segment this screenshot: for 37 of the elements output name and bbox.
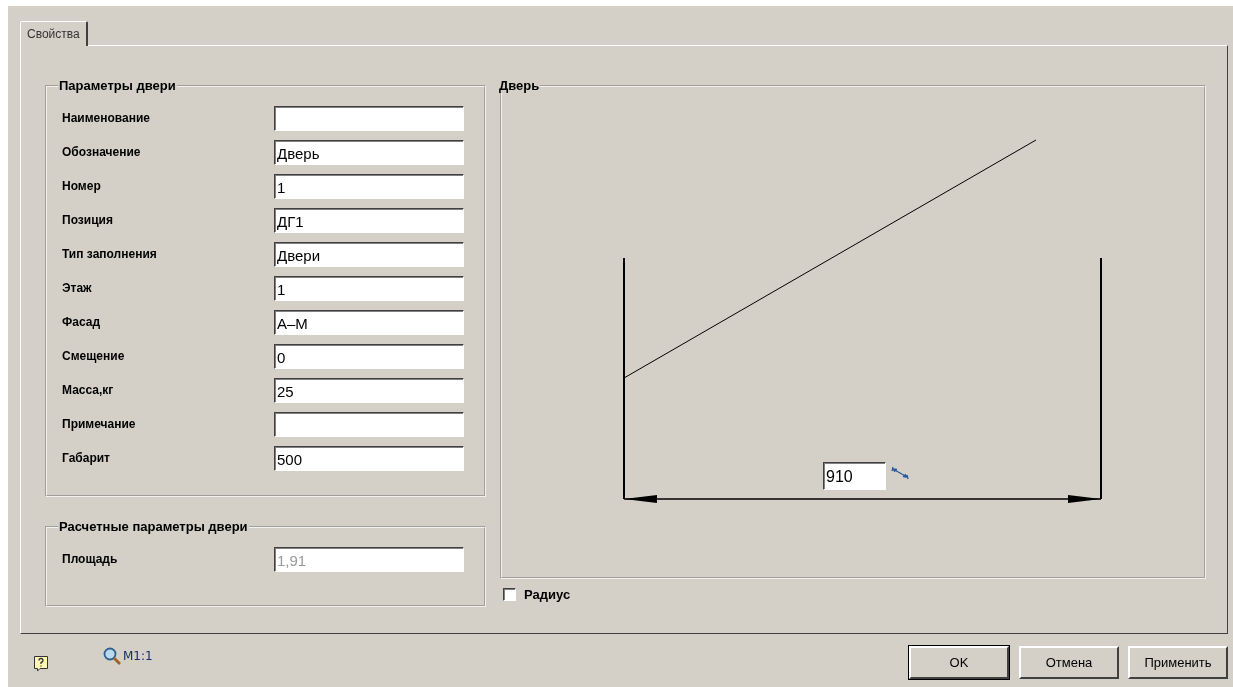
help-icon[interactable] (33, 655, 49, 672)
field-label: Смещение (62, 349, 125, 363)
field-label: Тип заполнения (62, 247, 157, 261)
input-field[interactable]: ДГ1 (274, 207, 464, 233)
input-field[interactable]: 910 (823, 462, 886, 490)
field-label: Масса,кг (62, 383, 114, 397)
input-field[interactable]: 25 (274, 377, 464, 403)
input-field[interactable]: Дверь (274, 139, 464, 165)
field-label: Этаж (62, 281, 92, 295)
dimension-icon[interactable] (890, 466, 910, 480)
input-field[interactable] (274, 411, 464, 437)
dialog-button[interactable]: OK (909, 645, 1009, 679)
field-label: Позиция (62, 213, 113, 227)
field-label: Обозначение (62, 145, 141, 159)
field-label: Габарит (62, 451, 110, 465)
group-title: Расчетные параметры двери (58, 519, 249, 534)
dialog-button[interactable]: Отмена (1019, 645, 1119, 679)
field-label: Номер (62, 179, 101, 193)
checkbox-label: Радиус (524, 587, 571, 602)
group-title: Дверь (498, 78, 541, 93)
dialog-button[interactable]: Применить (1128, 645, 1228, 679)
zoom-icon[interactable] (103, 646, 121, 665)
input-field[interactable]: А–М (274, 309, 464, 335)
input-field[interactable]: Двери (274, 241, 464, 267)
input-field[interactable]: 1 (274, 275, 464, 301)
field-label: Фасад (62, 315, 101, 329)
input-field[interactable]: 0 (274, 343, 464, 369)
input-field[interactable]: 1 (274, 173, 464, 199)
scale-label: M1:1 (123, 648, 153, 663)
properties-tab[interactable]: Свойства (20, 21, 88, 46)
radius-checkbox[interactable] (503, 588, 516, 601)
field-label: Примечание (62, 417, 136, 431)
field-label: Наименование (62, 111, 151, 125)
group-title: Параметры двери (58, 78, 177, 93)
input-field[interactable]: 500 (274, 445, 464, 471)
field-label: Площадь (62, 552, 118, 566)
input-field[interactable] (274, 105, 464, 131)
